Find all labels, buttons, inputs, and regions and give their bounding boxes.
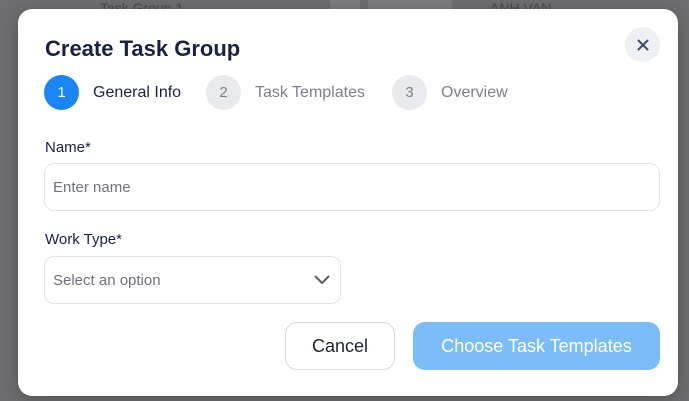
step-number: 3 — [392, 75, 427, 110]
create-task-group-modal: Create Task Group 1 General Info 2 Task … — [18, 9, 678, 396]
step-label: Task Templates — [255, 83, 365, 101]
step-overview[interactable]: 3 Overview — [392, 75, 508, 110]
step-task-templates[interactable]: 2 Task Templates — [206, 75, 365, 110]
modal-title: Create Task Group — [45, 36, 241, 61]
chevron-down-icon — [314, 275, 330, 284]
work-type-selected-value: Select an option — [53, 271, 161, 289]
name-label: Name* — [45, 139, 91, 156]
work-type-label: Work Type* — [45, 231, 122, 248]
cancel-button[interactable]: Cancel — [285, 322, 395, 370]
work-type-select[interactable]: Select an option — [44, 256, 341, 304]
name-input[interactable] — [44, 163, 660, 211]
step-number: 2 — [206, 75, 241, 110]
step-label: Overview — [441, 83, 508, 101]
close-icon — [637, 39, 648, 50]
close-button[interactable] — [625, 27, 660, 62]
step-number: 1 — [44, 75, 79, 110]
step-label: General Info — [93, 83, 182, 101]
choose-task-templates-button[interactable]: Choose Task Templates — [413, 322, 660, 370]
step-general-info[interactable]: 1 General Info — [44, 75, 181, 110]
